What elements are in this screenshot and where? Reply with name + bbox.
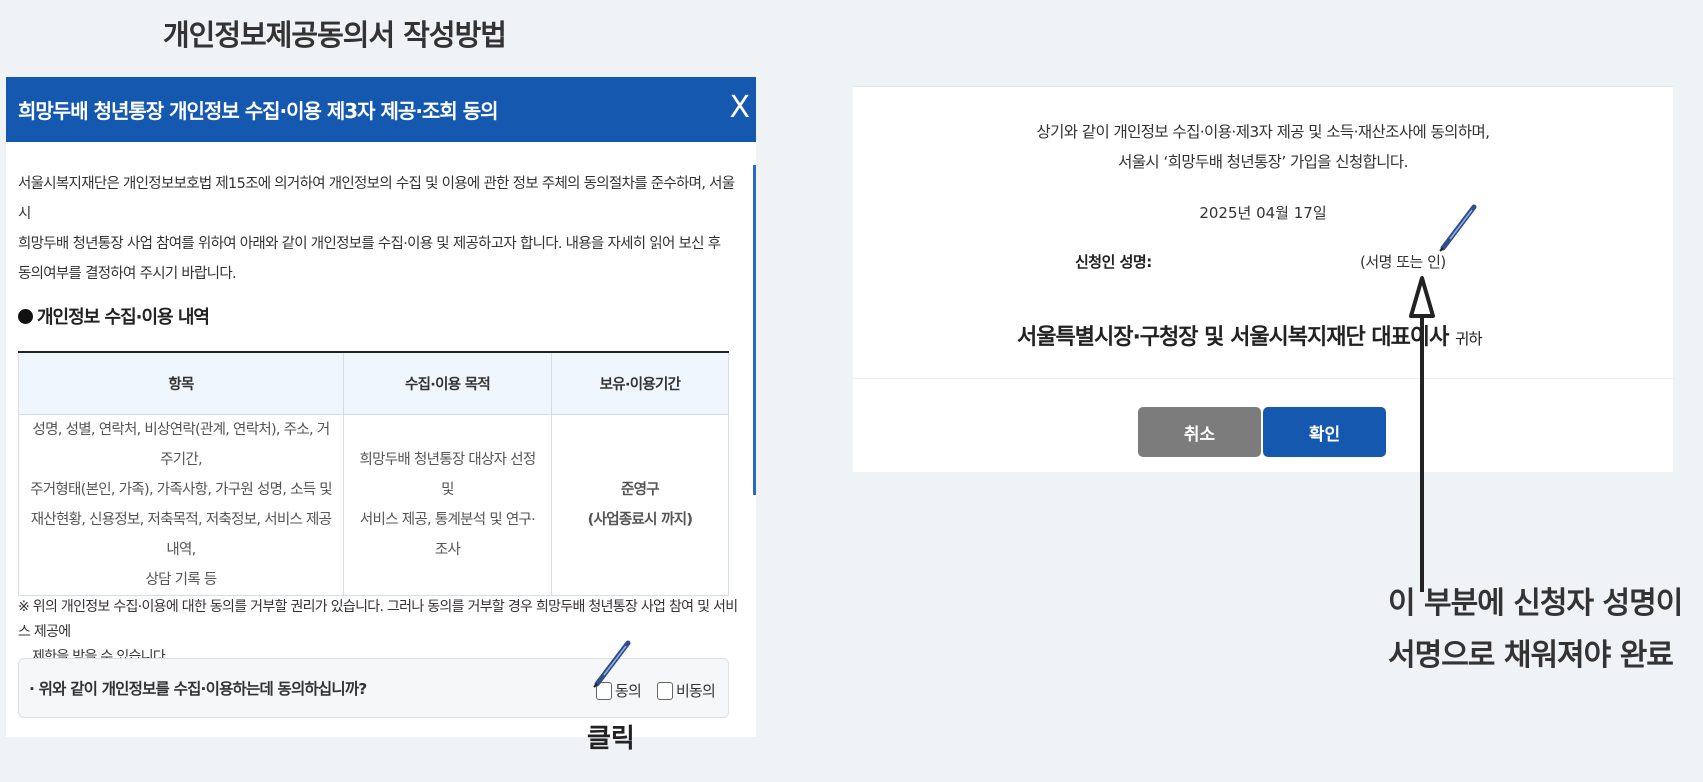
intro-line: 희망두배 청년통장 사업 참여를 위하여 아래와 같이 개인정보를 수집·이용 … — [18, 236, 721, 252]
consent-question: · 위와 같이 개인정보를 수집·이용하는데 동의하십니까? — [29, 680, 367, 698]
table-header-purpose: 수집·이용 목적 — [343, 352, 552, 415]
callout-text: 이 부분에 신청자 성명이 서명으로 채워져야 완료 — [1388, 578, 1683, 682]
dialog-title: 희망두배 청년통장 개인정보 수집·이용 제3자 제공·조회 동의 — [18, 99, 498, 123]
click-label: 클릭 — [587, 724, 635, 754]
pen-icon — [593, 640, 631, 688]
intro-line: 동의여부를 결정하여 주시기 바랍니다. — [18, 266, 237, 282]
applicant-name-label: 신청인 성명: — [1075, 253, 1152, 271]
disagree-label: 비동의 — [676, 682, 716, 700]
pen-icon — [1439, 204, 1477, 252]
disagree-checkbox-box[interactable] — [657, 681, 673, 700]
statement-line: 상기와 같이 개인정보 수집·이용·제3자 제공 및 소득·재산조사에 동의하며… — [1036, 123, 1490, 141]
bullet-dot-icon — [18, 309, 33, 324]
cell-line: 재산현황, 신용정보, 저축목적, 저축정보, 서비스 제공 내역, — [30, 511, 332, 558]
table-cell-purpose: 희망두배 청년통장 대상자 선정 및 서비스 제공, 통계분석 및 연구·조사 — [343, 414, 552, 596]
consent-dialog: 희망두배 청년통장 개인정보 수집·이용 제3자 제공·조회 동의 X 서울시복… — [6, 77, 756, 737]
table-cell-period: 준영구 (사업종료시 까지) — [551, 414, 729, 596]
application-date: 2025년 04월 17일 — [1199, 204, 1327, 222]
section-title: 개인정보 수집·이용 내역 — [18, 303, 210, 329]
intro-text: 서울시복지재단은 개인정보보호법 제15조에 의거하여 개인정보의 수집 및 이… — [18, 169, 738, 289]
dialog-header: 희망두배 청년통장 개인정보 수집·이용 제3자 제공·조회 동의 X — [6, 77, 756, 142]
cell-line: 성명, 성별, 연락처, 비상연락(관계, 연락처), 주소, 거주기간, — [32, 421, 331, 468]
cell-line: 준영구 — [621, 481, 660, 498]
table-cell-items: 성명, 성별, 연락처, 비상연락(관계, 연락처), 주소, 거주기간, 주거… — [18, 414, 344, 596]
table-header-items: 항목 — [18, 352, 344, 415]
cell-line: (사업종료시 까지) — [587, 511, 693, 528]
cancel-button[interactable]: 취소 — [1138, 407, 1261, 457]
cell-line: 희망두배 청년통장 대상자 선정 및 — [359, 451, 536, 498]
section-title-text: 개인정보 수집·이용 내역 — [37, 307, 210, 328]
table-row: 성명, 성별, 연락처, 비상연락(관계, 연락처), 주소, 거주기간, 주거… — [18, 414, 729, 596]
cell-line: 서비스 제공, 통계분석 및 연구·조사 — [359, 511, 536, 558]
signature-field[interactable]: (서명 또는 인) — [1360, 251, 1446, 272]
callout-line: 이 부분에 신청자 성명이 — [1388, 586, 1683, 621]
arrow-up-icon — [1409, 276, 1435, 592]
page-title: 개인정보제공동의서 작성방법 — [163, 18, 507, 52]
notice-line: ※ 위의 개인정보 수집·이용에 대한 동의를 거부할 권리가 있습니다. 그러… — [18, 599, 738, 640]
confirm-button[interactable]: 확인 — [1263, 407, 1386, 457]
intro-line: 서울시복지재단은 개인정보보호법 제15조에 의거하여 개인정보의 수집 및 이… — [18, 176, 735, 222]
disagree-checkbox[interactable]: 비동의 — [657, 680, 716, 701]
cell-line: 상담 기록 등 — [145, 571, 217, 588]
statement-line: 서울시 ‘희망두배 청년통장’ 가입을 신청합니다. — [1118, 153, 1408, 171]
info-table: 항목 수집·이용 목적 보유·이용기간 성명, 성별, 연락처, 비상연락(관계… — [18, 351, 729, 596]
close-icon[interactable]: X — [729, 93, 750, 123]
divider — [853, 378, 1673, 379]
callout-line: 서명으로 채워져야 완료 — [1388, 638, 1674, 673]
addressee-text: 서울특별시장·구청장 및 서울시복지재단 대표이사 — [1017, 325, 1449, 350]
cell-line: 주거형태(본인, 가족), 가족사항, 가구원 성명, 소득 및 — [30, 481, 333, 498]
table-header-row: 항목 수집·이용 목적 보유·이용기간 — [18, 352, 729, 415]
scrollbar[interactable] — [753, 165, 756, 495]
application-panel: 상기와 같이 개인정보 수집·이용·제3자 제공 및 소득·재산조사에 동의하며… — [853, 86, 1673, 472]
table-header-period: 보유·이용기간 — [551, 352, 729, 415]
statement-text: 상기와 같이 개인정보 수집·이용·제3자 제공 및 소득·재산조사에 동의하며… — [853, 117, 1673, 177]
addressee-suffix: 귀하 — [1455, 330, 1483, 348]
